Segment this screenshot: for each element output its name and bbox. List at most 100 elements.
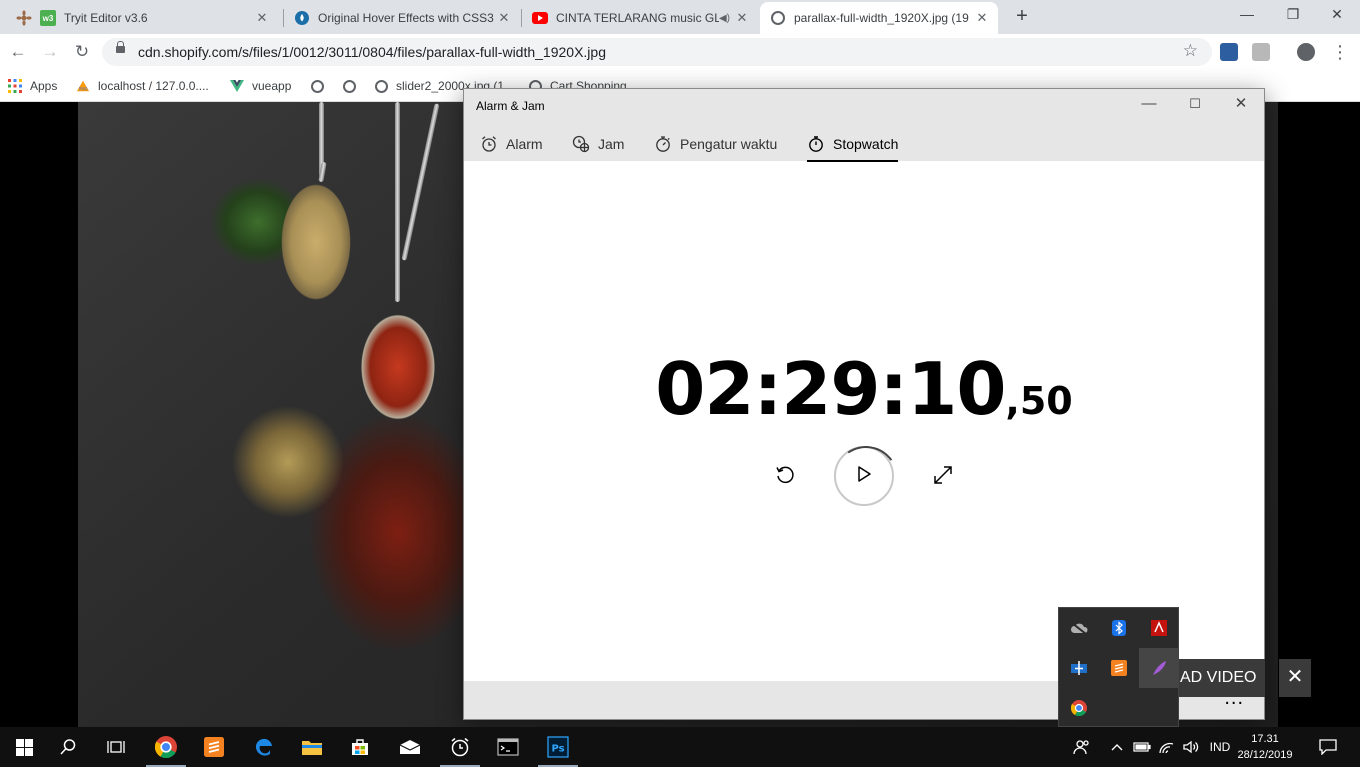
spoon-handle	[395, 102, 400, 302]
search-icon[interactable]	[44, 727, 92, 767]
alarms-clock-icon[interactable]	[436, 727, 484, 767]
url-text[interactable]: cdn.shopify.com/s/files/1/0012/3011/0804…	[138, 44, 606, 60]
edge-icon[interactable]	[240, 727, 288, 767]
taskbar-clock[interactable]: 17.31 28/12/2019	[1236, 731, 1294, 763]
minimize-icon[interactable]: —	[1224, 0, 1270, 30]
extension-icon[interactable]	[1252, 43, 1270, 61]
people-icon[interactable]	[1068, 727, 1096, 767]
new-tab-button[interactable]: +	[1010, 5, 1034, 29]
bookmark-globe[interactable]	[342, 77, 364, 95]
bookmark-globe[interactable]	[310, 77, 332, 95]
command-prompt-icon[interactable]	[484, 727, 532, 767]
tab-alarm[interactable]: Alarm	[480, 131, 543, 157]
tray-overflow-flyout	[1058, 607, 1179, 727]
stopwatch-hundredths: ,50	[1005, 379, 1073, 423]
tab-title: parallax-full-width_1920X.jpg (19	[794, 11, 969, 25]
youtube-icon	[532, 10, 548, 26]
close-tab-icon[interactable]: ✕	[254, 10, 270, 26]
apps-grid-icon	[8, 79, 22, 93]
close-tab-icon[interactable]: ✕	[734, 10, 750, 26]
play-icon	[856, 465, 872, 488]
show-hidden-icons-chevron[interactable]	[1106, 727, 1128, 767]
expand-button[interactable]	[928, 462, 958, 492]
restore-icon[interactable]: ❐	[1270, 0, 1316, 30]
chrome-tray-icon[interactable]	[1059, 688, 1099, 728]
stopwatch-icon	[807, 135, 825, 153]
close-tab-icon[interactable]: ✕	[496, 10, 512, 26]
sublime-tray-icon[interactable]	[1099, 648, 1139, 688]
maximize-icon[interactable]: ☐	[1172, 89, 1218, 121]
bookmark-label: localhost / 127.0.0....	[98, 79, 209, 93]
close-window-icon[interactable]: ✕	[1218, 89, 1264, 121]
extension-icon[interactable]	[1220, 43, 1238, 61]
speaker-icon[interactable]: ◀)	[719, 13, 730, 24]
file-explorer-icon[interactable]	[288, 727, 336, 767]
app-titlebar: Alarm & Jam — ☐ ✕	[464, 89, 1264, 123]
tab-jam[interactable]: Jam	[572, 131, 624, 157]
task-view-icon[interactable]	[92, 727, 140, 767]
photoshop-icon[interactable]: Ps	[534, 727, 582, 767]
back-arrow-icon[interactable]: ←	[4, 38, 32, 66]
windows-start-icon[interactable]	[0, 727, 48, 767]
svg-text:PMA: PMA	[79, 86, 88, 92]
w3schools-icon: w3	[40, 10, 56, 26]
address-bar[interactable]: cdn.shopify.com/s/files/1/0012/3011/0804…	[102, 38, 1212, 66]
tab-title: Original Hover Effects with CSS3	[318, 11, 494, 25]
adobe-icon[interactable]	[1139, 608, 1179, 648]
bookmark-localhost[interactable]: PMA localhost / 127.0.0....	[76, 77, 209, 95]
browser-tab[interactable]: Original Hover Effects with CSS3 ✕	[284, 2, 520, 34]
chrome-icon[interactable]	[142, 727, 190, 767]
world-clock-icon	[572, 135, 590, 153]
notification-center-icon[interactable]	[1310, 727, 1346, 767]
bluetooth-icon[interactable]	[1099, 608, 1139, 648]
app-tab-bar: Alarm Jam Pengatur waktu Stopwatch	[464, 123, 1264, 162]
browser-toolbar: ← → ↻ cdn.shopify.com/s/files/1/0012/301…	[0, 34, 1360, 70]
bookmark-apps[interactable]: Apps	[8, 77, 57, 95]
star-icon[interactable]: ☆	[1183, 41, 1198, 61]
reload-icon[interactable]: ↻	[68, 38, 96, 66]
tab-label: Jam	[598, 136, 625, 152]
globe-icon	[310, 79, 324, 93]
profile-icon[interactable]	[1297, 43, 1315, 61]
tab-title: Tryit Editor v3.6	[64, 11, 148, 25]
tab-pengatur-waktu[interactable]: Pengatur waktu	[654, 131, 777, 157]
windows-taskbar: Ps IND 17.31 28/12/2019	[0, 727, 1360, 767]
lock-icon	[116, 41, 125, 53]
stopwatch-elapsed: 02:29:10	[655, 347, 1006, 431]
globe-icon	[342, 79, 356, 93]
reset-icon	[774, 464, 796, 491]
tab-label: Stopwatch	[833, 136, 899, 152]
browser-tab[interactable]: CINTA TERLARANG music GL ◀) ✕	[522, 2, 758, 34]
stopwatch-display: 02:29:10,50	[464, 347, 1264, 431]
browser-tab-active[interactable]: parallax-full-width_1920X.jpg (19 ✕	[760, 2, 998, 34]
mail-icon[interactable]	[386, 727, 434, 767]
forward-arrow-icon[interactable]: →	[36, 38, 64, 66]
input-language[interactable]: IND	[1204, 727, 1236, 767]
battery-icon[interactable]	[1130, 727, 1154, 767]
minimize-icon[interactable]: —	[1126, 89, 1172, 121]
close-window-icon[interactable]: ✕	[1314, 0, 1360, 30]
browser-tab[interactable]: w3 Tryit Editor v3.6 ✕	[6, 2, 278, 34]
onedrive-icon[interactable]	[1059, 608, 1099, 648]
close-download-button[interactable]: ✕	[1279, 659, 1311, 697]
menu-dots-icon[interactable]: ⋮	[1326, 38, 1354, 66]
reset-button[interactable]	[770, 462, 800, 492]
svg-text:Ps: Ps	[552, 744, 565, 755]
globe-icon	[374, 79, 388, 93]
tab-title: CINTA TERLARANG music GL	[556, 11, 719, 25]
network-tool-icon[interactable]	[1059, 648, 1099, 688]
volume-icon[interactable]	[1179, 727, 1203, 767]
tab-stopwatch[interactable]: Stopwatch	[807, 131, 899, 162]
bookmark-label: Apps	[30, 79, 58, 93]
clock-time: 17.31	[1251, 733, 1279, 745]
feather-icon[interactable]	[1139, 648, 1179, 688]
store-icon[interactable]	[336, 727, 384, 767]
start-button[interactable]	[834, 446, 894, 506]
bookmark-label: vueapp	[252, 79, 292, 93]
sublime-text-icon[interactable]	[190, 727, 238, 767]
bookmark-vueapp[interactable]: vueapp	[230, 77, 291, 95]
download-video-button[interactable]: AD VIDEO	[1172, 659, 1265, 697]
close-tab-icon[interactable]: ✕	[974, 10, 990, 26]
vue-icon	[230, 79, 244, 93]
wifi-icon[interactable]	[1155, 727, 1179, 767]
